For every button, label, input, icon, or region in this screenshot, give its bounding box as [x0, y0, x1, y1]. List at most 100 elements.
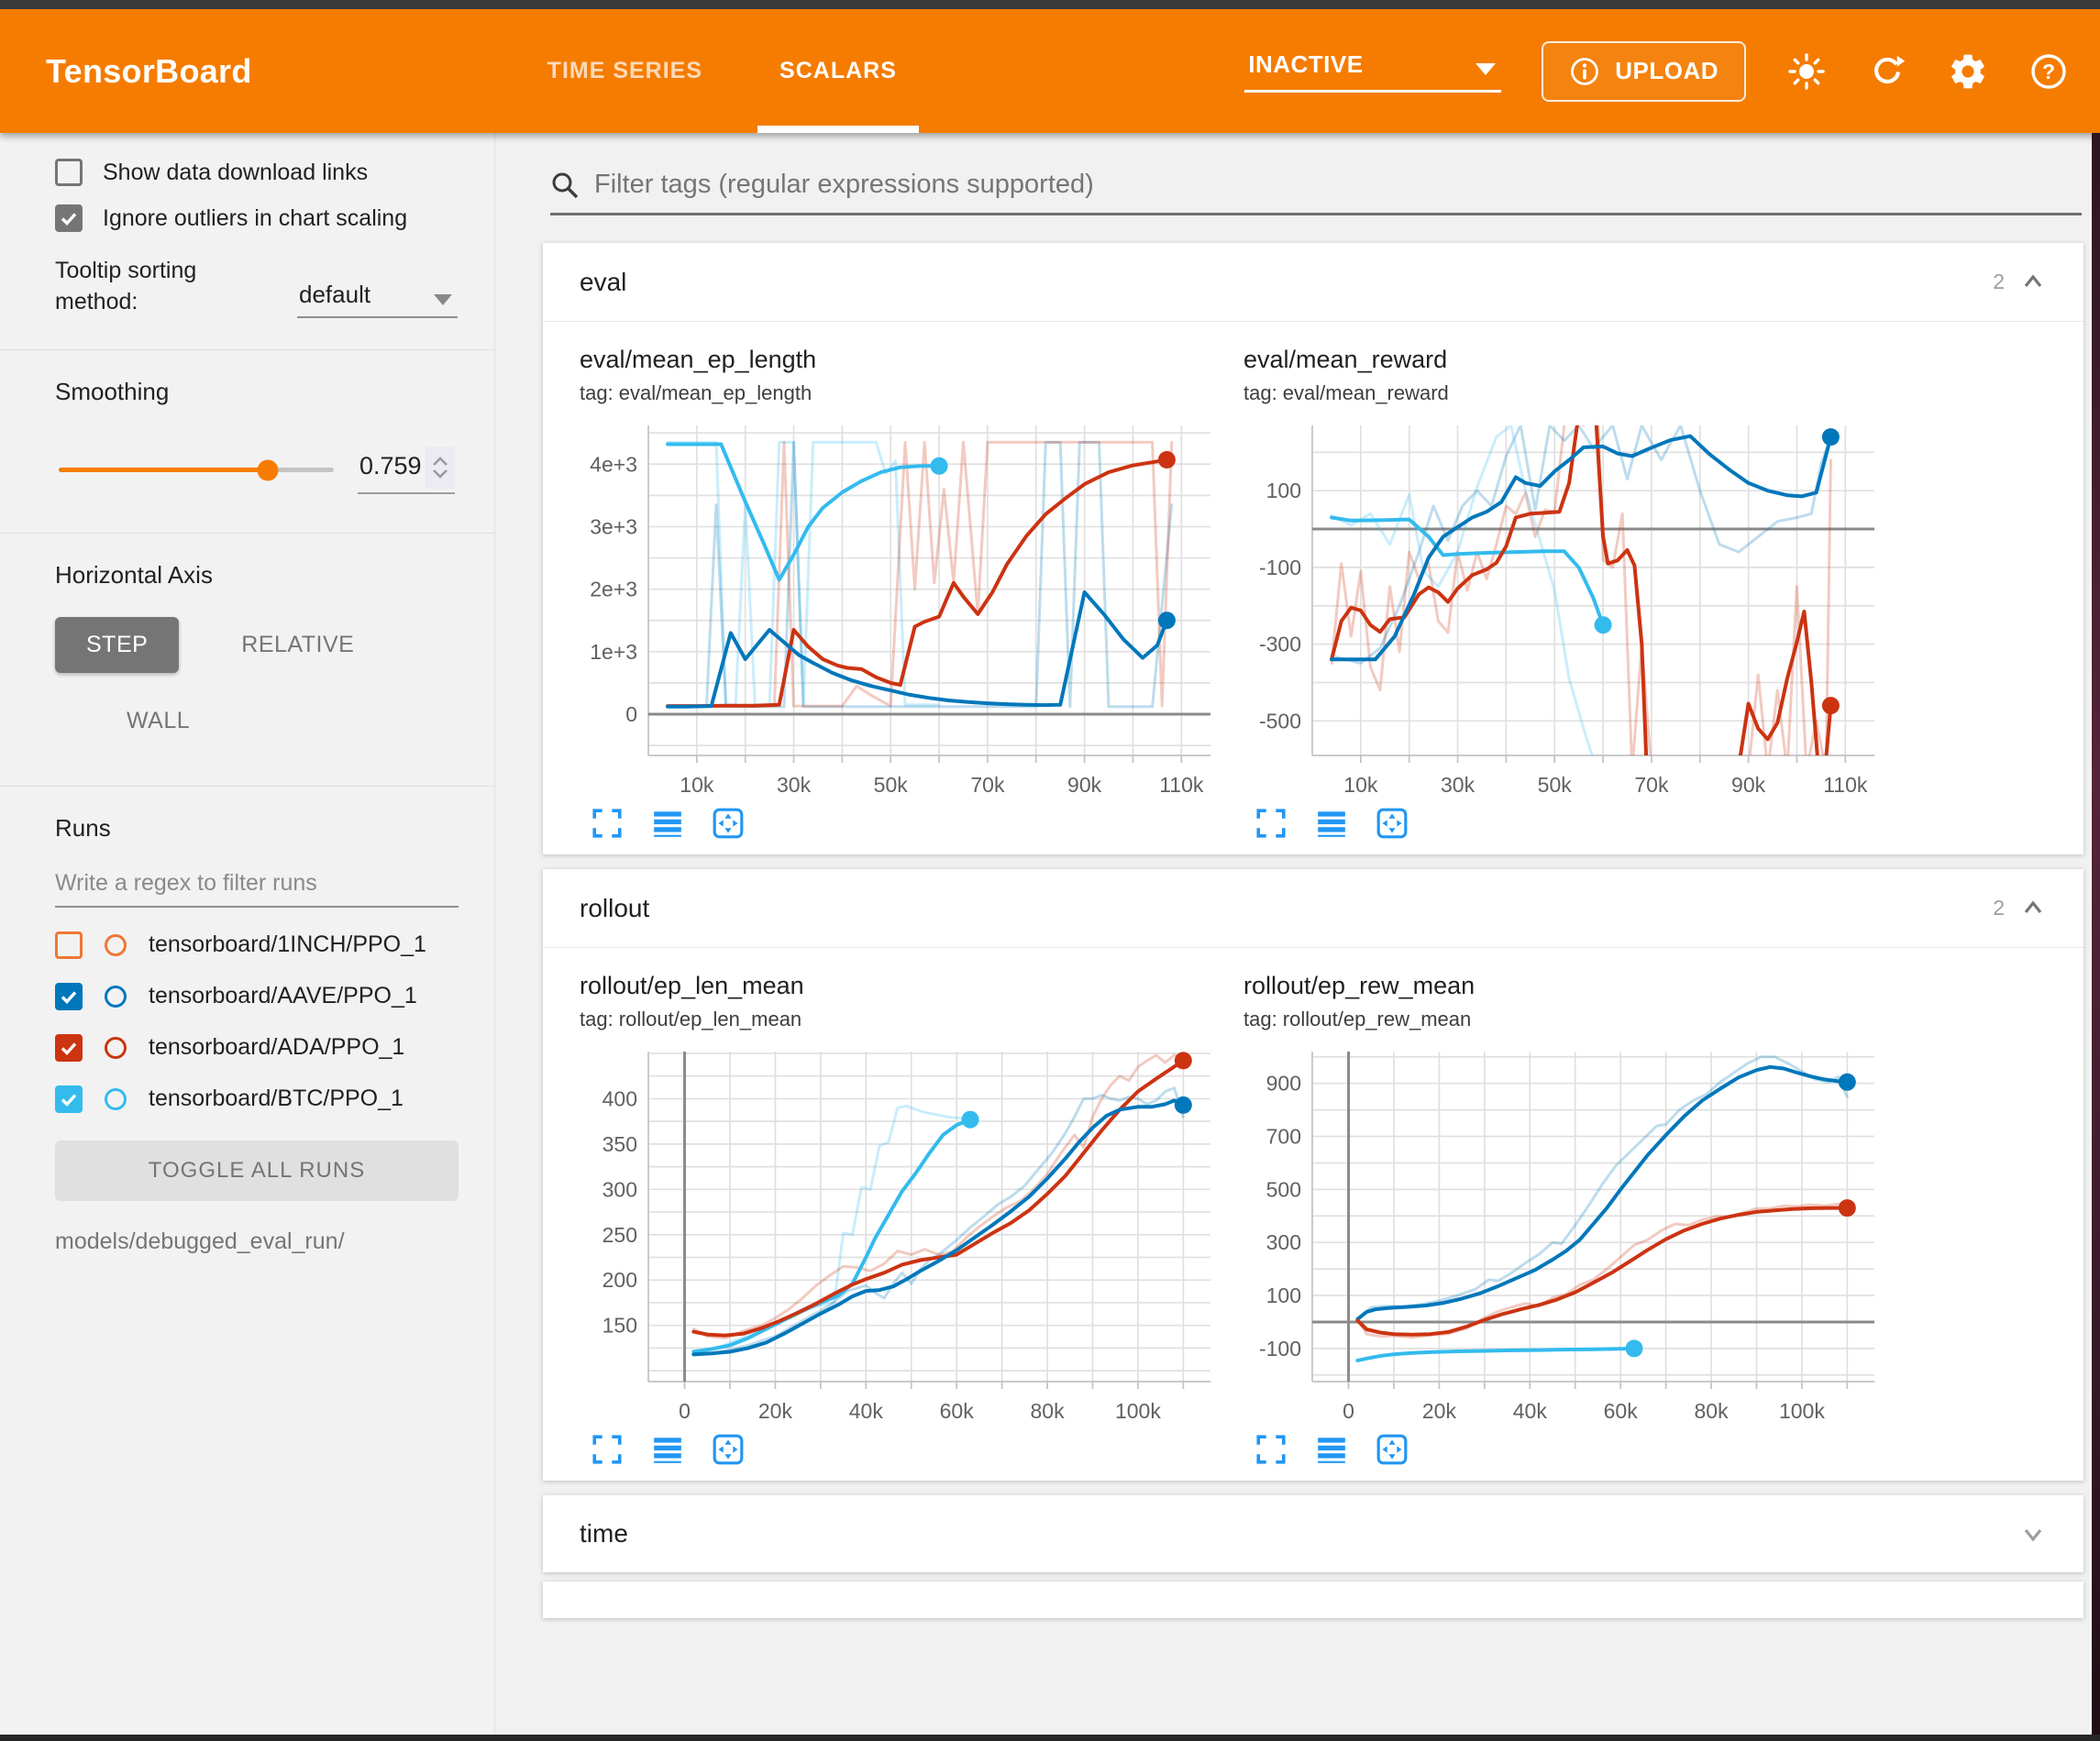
section-card-eval: eval 2 eval/mean_ep_length tag: eval/mea… [543, 243, 2083, 854]
fullscreen-icon[interactable] [591, 1433, 624, 1466]
tooltip-sorting-select[interactable]: default [297, 281, 458, 318]
svg-text:-300: -300 [1259, 633, 1301, 656]
upload-button[interactable]: UPLOAD [1542, 41, 1746, 102]
chart-rollout-ep-rew-mean: rollout/ep_rew_mean tag: rollout/ep_rew_… [1243, 972, 1885, 1466]
fit-domain-icon[interactable] [712, 1433, 745, 1466]
chart-eval-mean-reward: eval/mean_reward tag: eval/mean_reward 1… [1243, 346, 1885, 840]
line-chart-canvas[interactable]: 150200250300350400020k40k60k80k100k [580, 1044, 1221, 1429]
spinner-down-icon[interactable] [432, 468, 448, 479]
tab-scalars[interactable]: SCALARS [741, 9, 935, 133]
tooltip-sorting-row: Tooltip sorting method: default [55, 256, 458, 318]
svg-text:50k: 50k [874, 773, 909, 797]
toggle-all-runs-button[interactable]: TOGGLE ALL RUNS [55, 1140, 459, 1201]
brightness-toggle-button[interactable] [1786, 51, 1827, 92]
tensorboard-app: TensorBoard TIME SERIES SCALARS INACTIVE… [0, 0, 2100, 1741]
window-right-edge [2092, 133, 2100, 1741]
svg-text:110k: 110k [1823, 773, 1868, 797]
slider-thumb[interactable] [257, 459, 278, 480]
svg-text:90k: 90k [1067, 773, 1102, 797]
spinner-up-icon[interactable] [432, 457, 448, 467]
checkbox-unchecked-icon[interactable] [55, 159, 83, 186]
run-label: tensorboard/ADA/PPO_1 [149, 1034, 404, 1061]
svg-text:20k: 20k [758, 1399, 793, 1423]
svg-text:300: 300 [602, 1177, 637, 1201]
run-row[interactable]: tensorboard/AAVE/PPO_1 [55, 983, 458, 1010]
line-chart-canvas[interactable]: 100-100-300-50010k30k50k70k90k110k [1243, 418, 1885, 803]
settings-button[interactable] [1948, 51, 1988, 92]
help-button[interactable]: ? [2028, 51, 2069, 92]
data-table-icon[interactable] [1315, 1433, 1348, 1466]
chevron-down-icon[interactable] [2019, 1520, 2047, 1548]
svg-text:900: 900 [1266, 1072, 1301, 1096]
fit-domain-icon[interactable] [1376, 807, 1409, 840]
run-checkbox[interactable] [55, 1034, 83, 1062]
show-download-links-checkbox-row[interactable]: Show data download links [55, 159, 458, 186]
settings-sidebar: Show data download links Ignore outliers… [0, 133, 495, 1735]
run-checkbox[interactable] [55, 1085, 83, 1113]
chart-toolbar [580, 807, 1221, 840]
status-dropdown[interactable]: INACTIVE [1244, 50, 1501, 93]
svg-text:-100: -100 [1259, 1337, 1301, 1361]
checkbox-checked-icon[interactable] [55, 204, 83, 232]
section-header-eval[interactable]: eval 2 [543, 243, 2083, 322]
section-card-partial [543, 1581, 2083, 1618]
svg-text:10k: 10k [1343, 773, 1378, 797]
tooltip-sorting-value: default [299, 281, 370, 309]
chevron-down-icon [434, 294, 452, 305]
chevron-up-icon[interactable] [2019, 269, 2047, 296]
run-checkbox[interactable] [55, 931, 83, 959]
run-label: tensorboard/AAVE/PPO_1 [149, 983, 417, 1009]
chart-tag: tag: eval/mean_ep_length [580, 381, 1221, 405]
svg-text:80k: 80k [1030, 1399, 1065, 1423]
chart-title: rollout/ep_len_mean [580, 972, 1221, 1000]
tab-time-series[interactable]: TIME SERIES [509, 9, 741, 133]
section-header-time[interactable]: time [543, 1495, 2083, 1572]
run-color-circle [105, 1037, 127, 1059]
line-chart-canvas[interactable]: -100100300500700900020k40k60k80k100k [1243, 1044, 1885, 1429]
svg-text:1e+3: 1e+3 [590, 640, 637, 664]
svg-text:90k: 90k [1731, 773, 1766, 797]
data-table-icon[interactable] [651, 1433, 684, 1466]
brightness-icon [1786, 51, 1827, 92]
svg-text:100: 100 [1266, 479, 1301, 502]
svg-text:-100: -100 [1259, 556, 1301, 579]
ignore-outliers-checkbox-row[interactable]: Ignore outliers in chart scaling [55, 204, 458, 232]
svg-text:40k: 40k [1513, 1399, 1548, 1423]
line-chart-canvas[interactable]: 01e+32e+33e+34e+310k30k50k70k90k110k [580, 418, 1221, 803]
refresh-button[interactable] [1867, 51, 1907, 92]
smoothing-value-field[interactable]: 0.759 [358, 446, 455, 494]
run-row[interactable]: tensorboard/ADA/PPO_1 [55, 1034, 458, 1062]
data-table-icon[interactable] [651, 807, 684, 840]
svg-text:100k: 100k [1779, 1399, 1825, 1423]
tag-filter-placeholder: Filter tags (regular expressions support… [594, 170, 1094, 200]
chevron-up-icon[interactable] [2019, 895, 2047, 922]
axis-step-button[interactable]: STEP [55, 617, 179, 673]
svg-text:0: 0 [1343, 1399, 1354, 1423]
tag-filter-input[interactable]: Filter tags (regular expressions support… [550, 170, 2082, 215]
svg-text:40k: 40k [849, 1399, 884, 1423]
runs-filter-input[interactable]: Write a regex to filter runs [55, 870, 459, 908]
axis-relative-button[interactable]: RELATIVE [210, 617, 385, 673]
svg-text:60k: 60k [1604, 1399, 1639, 1423]
divider [0, 349, 494, 350]
chart-toolbar [580, 1433, 1221, 1466]
chart-title: eval/mean_ep_length [580, 346, 1221, 374]
chart-rollout-ep-len-mean: rollout/ep_len_mean tag: rollout/ep_len_… [580, 972, 1221, 1466]
fit-domain-icon[interactable] [1376, 1433, 1409, 1466]
data-table-icon[interactable] [1315, 807, 1348, 840]
section-card-time: time [543, 1495, 2083, 1572]
svg-text:700: 700 [1266, 1125, 1301, 1149]
fullscreen-icon[interactable] [591, 807, 624, 840]
fullscreen-icon[interactable] [1254, 1433, 1288, 1466]
smoothing-slider[interactable] [59, 468, 334, 472]
axis-wall-button[interactable]: WALL [95, 693, 221, 749]
run-color-circle [105, 1088, 127, 1110]
fullscreen-icon[interactable] [1254, 807, 1288, 840]
fit-domain-icon[interactable] [712, 807, 745, 840]
number-spinner[interactable] [426, 446, 455, 489]
charts-row: rollout/ep_len_mean tag: rollout/ep_len_… [543, 948, 2083, 1481]
run-row[interactable]: tensorboard/BTC/PPO_1 [55, 1085, 458, 1113]
section-header-rollout[interactable]: rollout 2 [543, 869, 2083, 948]
run-checkbox[interactable] [55, 983, 83, 1010]
run-row[interactable]: tensorboard/1INCH/PPO_1 [55, 931, 458, 959]
